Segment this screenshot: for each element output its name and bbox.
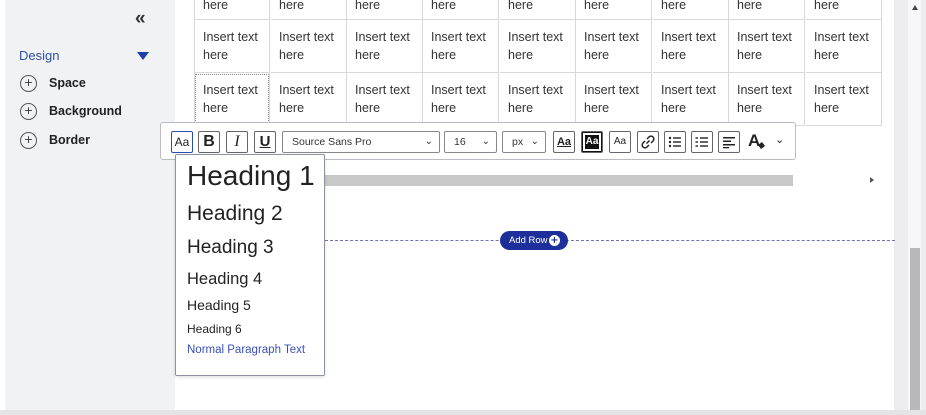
table-cell[interactable]: Insert text here: [271, 20, 347, 73]
table-cell[interactable]: Insert text here: [576, 73, 652, 126]
sidebar-item-border[interactable]: + Border: [20, 130, 90, 150]
more-options-chevron-icon[interactable]: ⌄: [775, 133, 784, 146]
table-cell[interactable]: Insert text here: [423, 73, 499, 126]
font-unit-value: px: [512, 136, 524, 148]
caret-down-icon: [137, 52, 149, 60]
table-cell[interactable]: here: [806, 0, 882, 20]
table-cell[interactable]: Insert text here: [806, 73, 882, 126]
numbered-list-icon[interactable]: [691, 131, 713, 153]
menu-item-normal-paragraph[interactable]: Normal Paragraph Text: [187, 344, 305, 356]
chevron-down-icon: ⌄: [530, 136, 539, 147]
menu-item-heading-3[interactable]: Heading 3: [187, 237, 274, 259]
table-cell[interactable]: Insert text here: [194, 20, 270, 73]
table-cell[interactable]: Insert text here: [500, 73, 576, 126]
add-row-divider: [325, 240, 895, 241]
font-size-select[interactable]: 16 ⌄: [444, 131, 497, 153]
table-cell[interactable]: Insert text here: [806, 20, 882, 73]
sidebar-item-background[interactable]: + Background: [20, 101, 122, 121]
menu-item-heading-1[interactable]: Heading 1: [187, 160, 315, 192]
table-cell[interactable]: here: [729, 0, 805, 20]
font-family-select[interactable]: Source Sans Pro ⌄: [282, 131, 440, 153]
table-cell[interactable]: Insert text here: [653, 73, 729, 126]
underline-button[interactable]: U: [254, 131, 276, 153]
add-row-button[interactable]: Add Row +: [500, 231, 568, 250]
plus-icon: +: [549, 235, 560, 246]
menu-item-heading-6[interactable]: Heading 6: [187, 322, 242, 336]
chevron-down-icon: ⌄: [481, 136, 490, 147]
design-section-header[interactable]: Design: [19, 47, 149, 65]
paint-bucket-icon: [758, 142, 765, 149]
font-family-value: Source Sans Pro: [292, 136, 372, 148]
table-cell[interactable]: Insert text here: [347, 73, 423, 126]
table-cell-selected[interactable]: Insert text here: [194, 73, 270, 126]
sidebar-item-label: Border: [49, 133, 90, 147]
align-left-icon[interactable]: [718, 131, 740, 153]
table-cell[interactable]: Insert text here: [423, 20, 499, 73]
text-box-button[interactable]: Aa: [609, 131, 631, 153]
table-cell[interactable]: here: [423, 0, 499, 20]
chevron-down-icon: ⌄: [424, 136, 433, 147]
menu-item-heading-5[interactable]: Heading 5: [187, 297, 251, 313]
sidebar-item-space[interactable]: + Space: [20, 73, 86, 93]
link-icon[interactable]: [637, 131, 659, 153]
scroll-up-arrow-icon[interactable]: [912, 5, 918, 10]
font-color-button[interactable]: A: [745, 131, 767, 153]
text-case-button[interactable]: Aa: [553, 131, 575, 153]
table-cell[interactable]: Insert text here: [576, 20, 652, 73]
table-cell[interactable]: Insert text here: [500, 20, 576, 73]
italic-button[interactable]: I: [226, 131, 248, 153]
table-cell[interactable]: Insert text here: [729, 20, 805, 73]
table-cell[interactable]: here: [347, 0, 423, 20]
table-cell[interactable]: here: [500, 0, 576, 20]
table-cell[interactable]: here: [194, 0, 270, 20]
scroll-right-arrow-icon[interactable]: [870, 177, 874, 183]
table-cell[interactable]: Insert text here: [729, 73, 805, 126]
table-cell[interactable]: Insert text here: [653, 20, 729, 73]
menu-item-heading-2[interactable]: Heading 2: [187, 202, 283, 226]
table-cell[interactable]: Insert text here: [271, 73, 347, 126]
vertical-scrollbar-thumb[interactable]: [910, 248, 920, 410]
heading-style-menu: Heading 1 Heading 2 Heading 3 Heading 4 …: [175, 154, 325, 376]
plus-circle-icon: +: [20, 74, 37, 92]
design-sidebar: « Design + Space + Background + Border: [5, 0, 175, 410]
sidebar-item-label: Background: [49, 104, 122, 118]
plus-circle-icon: +: [20, 131, 37, 149]
menu-item-heading-4[interactable]: Heading 4: [187, 270, 262, 289]
bullet-list-icon[interactable]: [664, 131, 686, 153]
table-cell[interactable]: Insert text here: [347, 20, 423, 73]
font-unit-select[interactable]: px ⌄: [502, 131, 546, 153]
design-section-title: Design: [19, 48, 60, 63]
bold-button[interactable]: B: [198, 131, 220, 153]
table-cell[interactable]: here: [271, 0, 347, 20]
horizontal-scrollbar-thumb[interactable]: [300, 175, 793, 186]
table-cell[interactable]: here: [653, 0, 729, 20]
plus-circle-icon: +: [20, 102, 37, 120]
bottom-edge: [0, 410, 926, 415]
font-size-value: 16: [454, 136, 466, 148]
collapse-sidebar-button[interactable]: «: [135, 9, 146, 29]
sidebar-item-label: Space: [49, 76, 86, 90]
highlight-button[interactable]: Aa: [581, 131, 603, 153]
table-cell[interactable]: here: [576, 0, 652, 20]
heading-style-button[interactable]: Aa: [171, 131, 193, 153]
add-row-label: Add Row: [509, 235, 548, 246]
